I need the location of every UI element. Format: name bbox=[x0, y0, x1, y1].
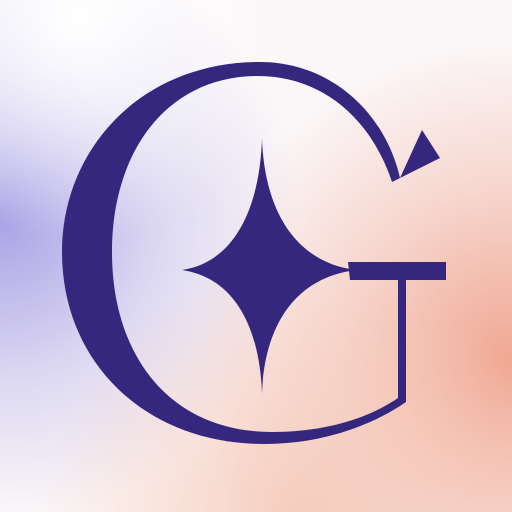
app-icon-artwork bbox=[0, 0, 512, 512]
app-icon bbox=[0, 0, 512, 512]
g-crossbar bbox=[348, 262, 446, 280]
